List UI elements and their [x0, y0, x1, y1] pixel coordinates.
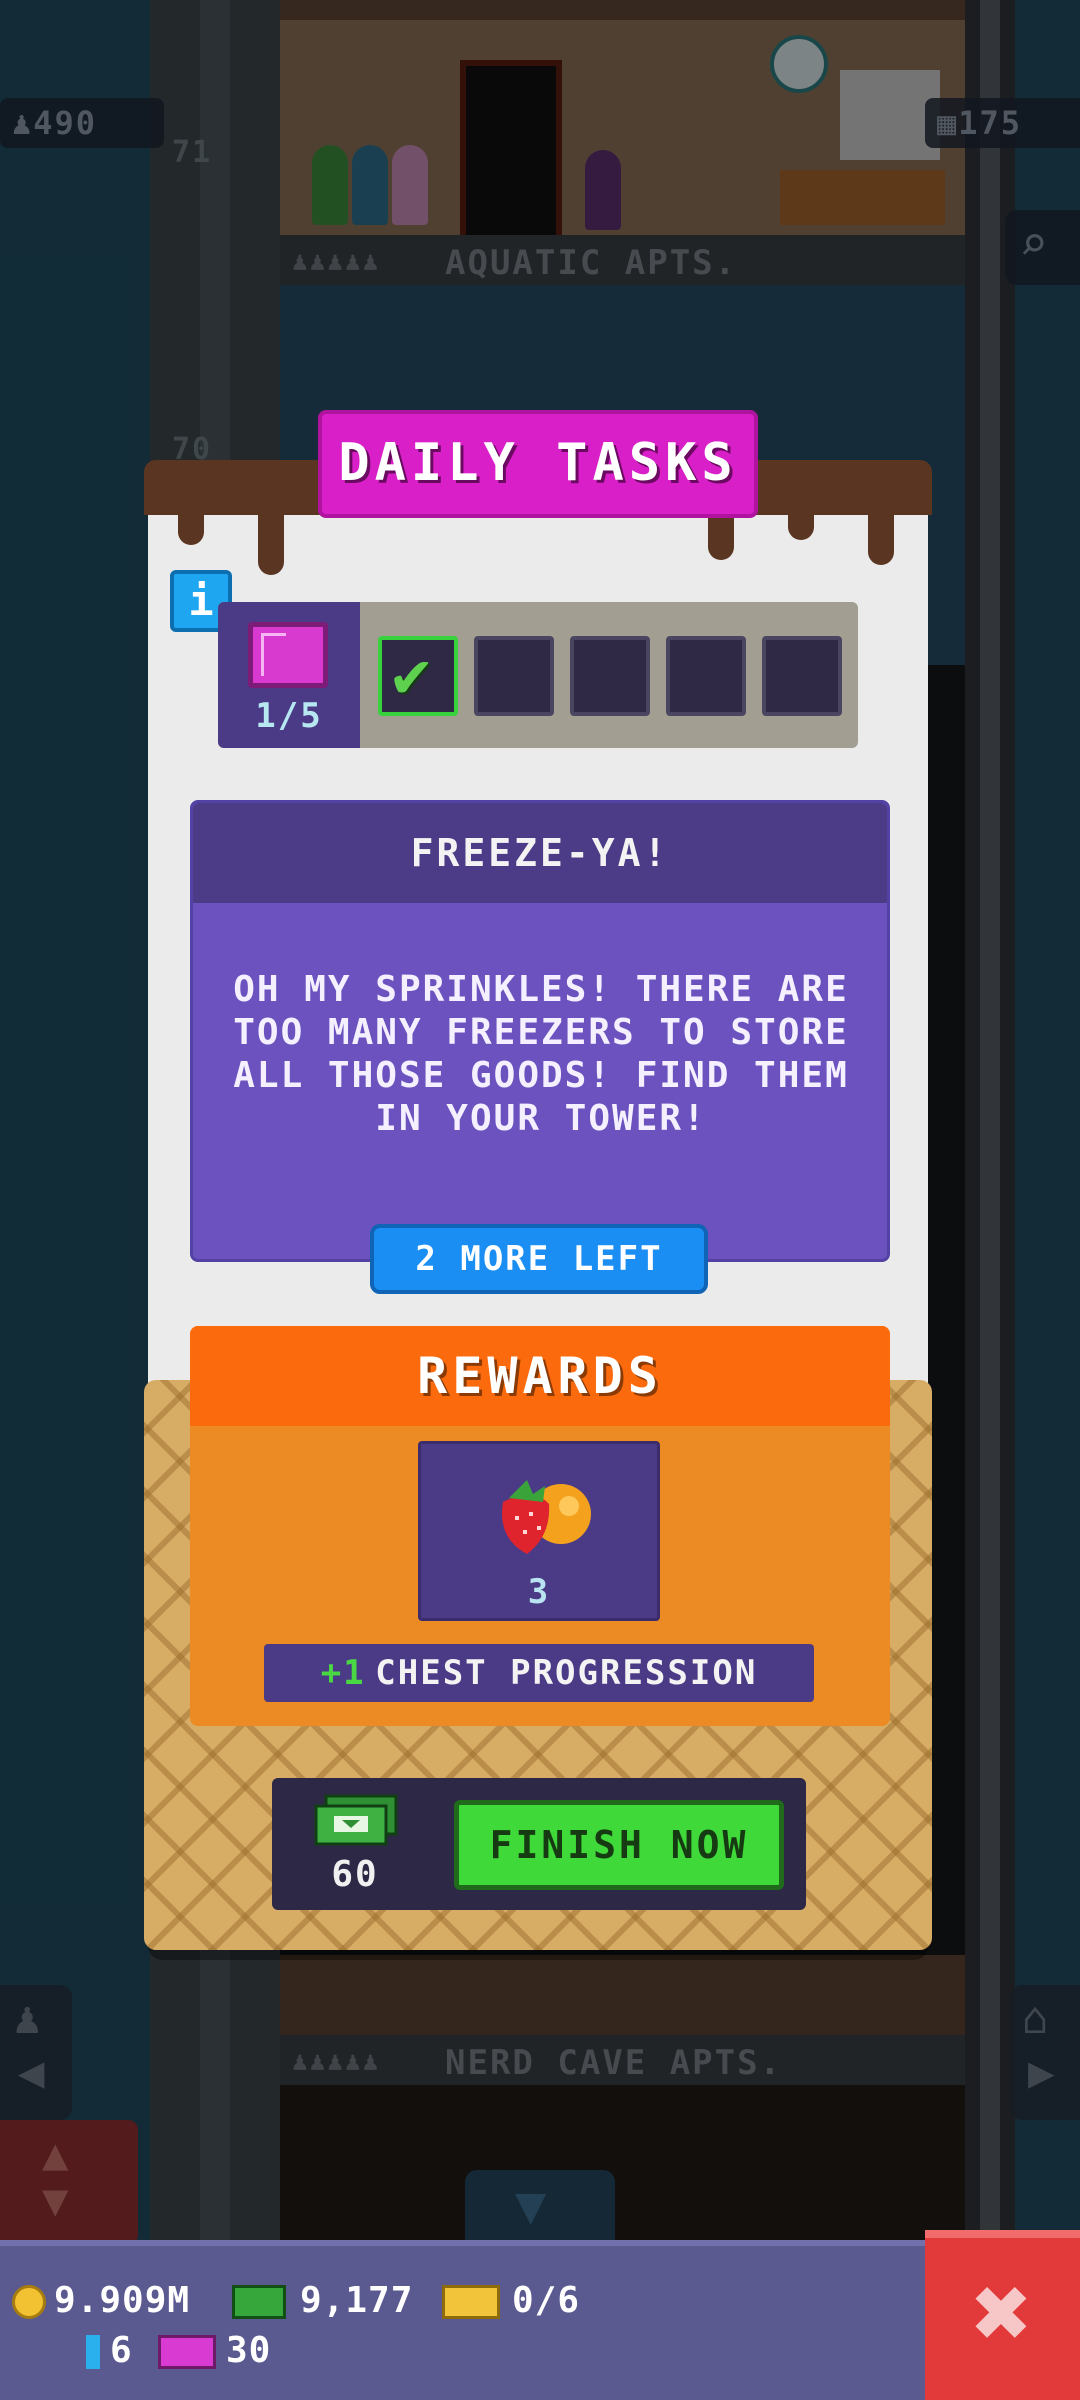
coin-icon [12, 2285, 46, 2319]
progress-slot [666, 636, 746, 716]
vip-icon [158, 2335, 216, 2369]
rewards-title: REWARDS [417, 1347, 663, 1405]
chest-progression-label: CHEST PROGRESSION [375, 1653, 758, 1693]
checkmark-icon: ✔ [392, 638, 431, 712]
finish-now-label: FINISH NOW [489, 1823, 749, 1867]
key-icon [86, 2335, 100, 2369]
rewards-header: REWARDS [190, 1326, 890, 1426]
dialog-title: DAILY TASKS [338, 433, 738, 493]
bux-icon [314, 1794, 398, 1846]
progress-slot [762, 636, 842, 716]
info-icon: i [188, 576, 214, 625]
finish-now-button[interactable]: FINISH NOW [454, 1800, 784, 1890]
progress-slot [570, 636, 650, 716]
chest-progression-badge: +1 CHEST PROGRESSION [264, 1644, 814, 1702]
coins-value[interactable]: 9.909M [54, 2280, 190, 2321]
reward-item[interactable]: 3 [418, 1441, 660, 1621]
task-title: FREEZE-YA! [410, 831, 670, 875]
task-card: FREEZE-YA! OH MY SPRINKLES! THERE ARE TO… [190, 800, 890, 1262]
daily-tasks-dialog: DAILY TASKS i 1/5 ✔ FREEZE-YA! OH MY SPR… [144, 410, 932, 1960]
bux-icon [232, 2285, 286, 2319]
remaining-count-button[interactable]: 2 MORE LEFT [370, 1224, 708, 1294]
dialog-title-badge: DAILY TASKS [318, 410, 758, 518]
resource-bar: 9.909M 9,177 0/6 6 30 [0, 2240, 1080, 2400]
reward-quantity: 3 [527, 1572, 551, 1612]
chest-progression-amount: +1 [320, 1653, 366, 1693]
chest-icon [248, 622, 328, 688]
finish-cost: 60 [331, 1854, 379, 1895]
keys-value[interactable]: 6 [110, 2330, 133, 2371]
task-description: OH MY SPRINKLES! THERE ARE TOO MANY FREE… [233, 969, 849, 1139]
tickets-value[interactable]: 0/6 [512, 2280, 580, 2321]
bux-value[interactable]: 9,177 [300, 2280, 413, 2321]
golden-ticket-icon [442, 2285, 500, 2319]
vip-value[interactable]: 30 [226, 2330, 271, 2371]
close-button[interactable]: ✖ [925, 2230, 1080, 2400]
close-icon: ✖ [972, 2254, 1033, 2371]
rewards-card: REWARDS 3 +1 CHEST PROGRESSION [190, 1326, 890, 1726]
remaining-count-label: 2 MORE LEFT [415, 1239, 663, 1279]
progress-slot-complete: ✔ [378, 636, 458, 716]
finish-panel: 60 FINISH NOW [272, 1778, 806, 1910]
task-progress-tracker: 1/5 ✔ [218, 602, 858, 748]
task-header: FREEZE-YA! [193, 803, 887, 903]
progress-count: 1/5 [255, 696, 323, 736]
progress-slot [474, 636, 554, 716]
fruit-icon [502, 1480, 591, 1554]
chest-progress: 1/5 [218, 602, 360, 748]
